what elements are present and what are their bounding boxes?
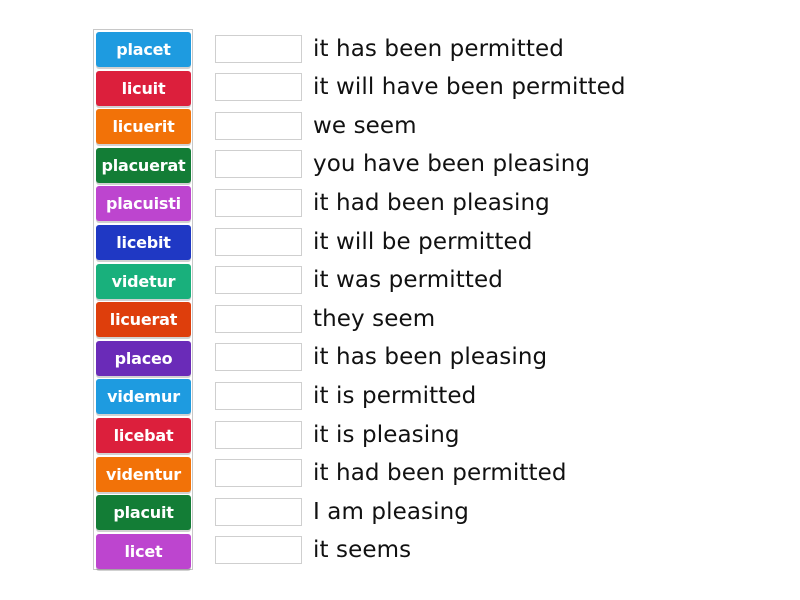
drop-zone[interactable] xyxy=(215,497,302,526)
match-row: it has been pleasing xyxy=(215,340,547,375)
match-phrase: it had been permitted xyxy=(313,460,567,487)
match-row: it was permitted xyxy=(215,263,503,298)
drop-zone[interactable] xyxy=(215,343,302,372)
drop-zone[interactable] xyxy=(215,420,302,449)
answer-tile[interactable]: videntur xyxy=(96,456,191,492)
match-row: we seem xyxy=(215,108,417,143)
match-phrase: it is pleasing xyxy=(313,421,460,448)
answer-tile-bank: placet licuit licuerit placuerat placuisti li… xyxy=(93,29,193,570)
answer-tile[interactable]: licebat xyxy=(96,418,191,453)
drop-zone[interactable] xyxy=(215,266,302,295)
match-phrase: it had been pleasing xyxy=(313,189,550,216)
match-row: it had been pleasing xyxy=(215,185,550,220)
match-phrase: it has been permitted xyxy=(313,35,564,62)
match-row: I am pleasing xyxy=(215,494,469,529)
drop-zone[interactable] xyxy=(215,34,302,63)
match-phrase: you have been pleasing xyxy=(313,151,591,178)
drop-zone[interactable] xyxy=(215,304,302,333)
match-row: it will be permitted xyxy=(215,224,532,259)
answer-tile[interactable]: licuerit xyxy=(96,109,191,145)
drop-zone[interactable] xyxy=(215,536,302,565)
match-phrase: it was permitted xyxy=(313,267,503,294)
drop-zone[interactable] xyxy=(215,459,302,488)
drop-zone[interactable] xyxy=(215,227,302,256)
match-phrase: they seem xyxy=(313,305,436,332)
answer-tile[interactable]: placet xyxy=(96,32,191,67)
drop-zone[interactable] xyxy=(215,188,302,217)
drop-zone[interactable] xyxy=(215,73,302,102)
answer-tile[interactable]: licet xyxy=(96,533,191,569)
match-row: it is permitted xyxy=(215,378,476,413)
match-phrase: it has been pleasing xyxy=(313,344,548,371)
answer-tile[interactable]: videmur xyxy=(96,379,191,415)
answer-tile[interactable]: placuerat xyxy=(96,147,191,183)
answer-tile[interactable]: licebit xyxy=(96,225,191,260)
match-phrase: it will be permitted xyxy=(313,228,533,255)
match-phrase: it seems xyxy=(313,537,412,564)
match-row: it had been permitted xyxy=(215,456,567,491)
match-row: it will have been permitted xyxy=(215,70,626,105)
match-row: it seems xyxy=(215,533,411,568)
match-row: it has been permitted xyxy=(215,31,564,66)
answer-tile[interactable]: licuerat xyxy=(96,302,191,338)
match-phrase: we seem xyxy=(313,112,417,139)
match-phrase: it will have been permitted xyxy=(313,74,626,101)
match-row: it is pleasing xyxy=(215,417,460,452)
match-row: you have been pleasing xyxy=(215,147,590,182)
drop-zone[interactable] xyxy=(215,111,302,140)
answer-tile[interactable]: placuisti xyxy=(96,186,191,222)
match-phrase: it is permitted xyxy=(313,382,477,409)
drop-zone[interactable] xyxy=(215,381,302,410)
answer-tile[interactable]: placuit xyxy=(96,495,191,531)
answer-tile[interactable]: licuit xyxy=(96,70,191,106)
match-phrase: I am pleasing xyxy=(313,498,469,525)
answer-tile[interactable]: placeo xyxy=(96,340,191,376)
answer-tile[interactable]: videtur xyxy=(96,263,191,299)
match-row: they seem xyxy=(215,301,435,336)
drop-zone[interactable] xyxy=(215,150,302,179)
